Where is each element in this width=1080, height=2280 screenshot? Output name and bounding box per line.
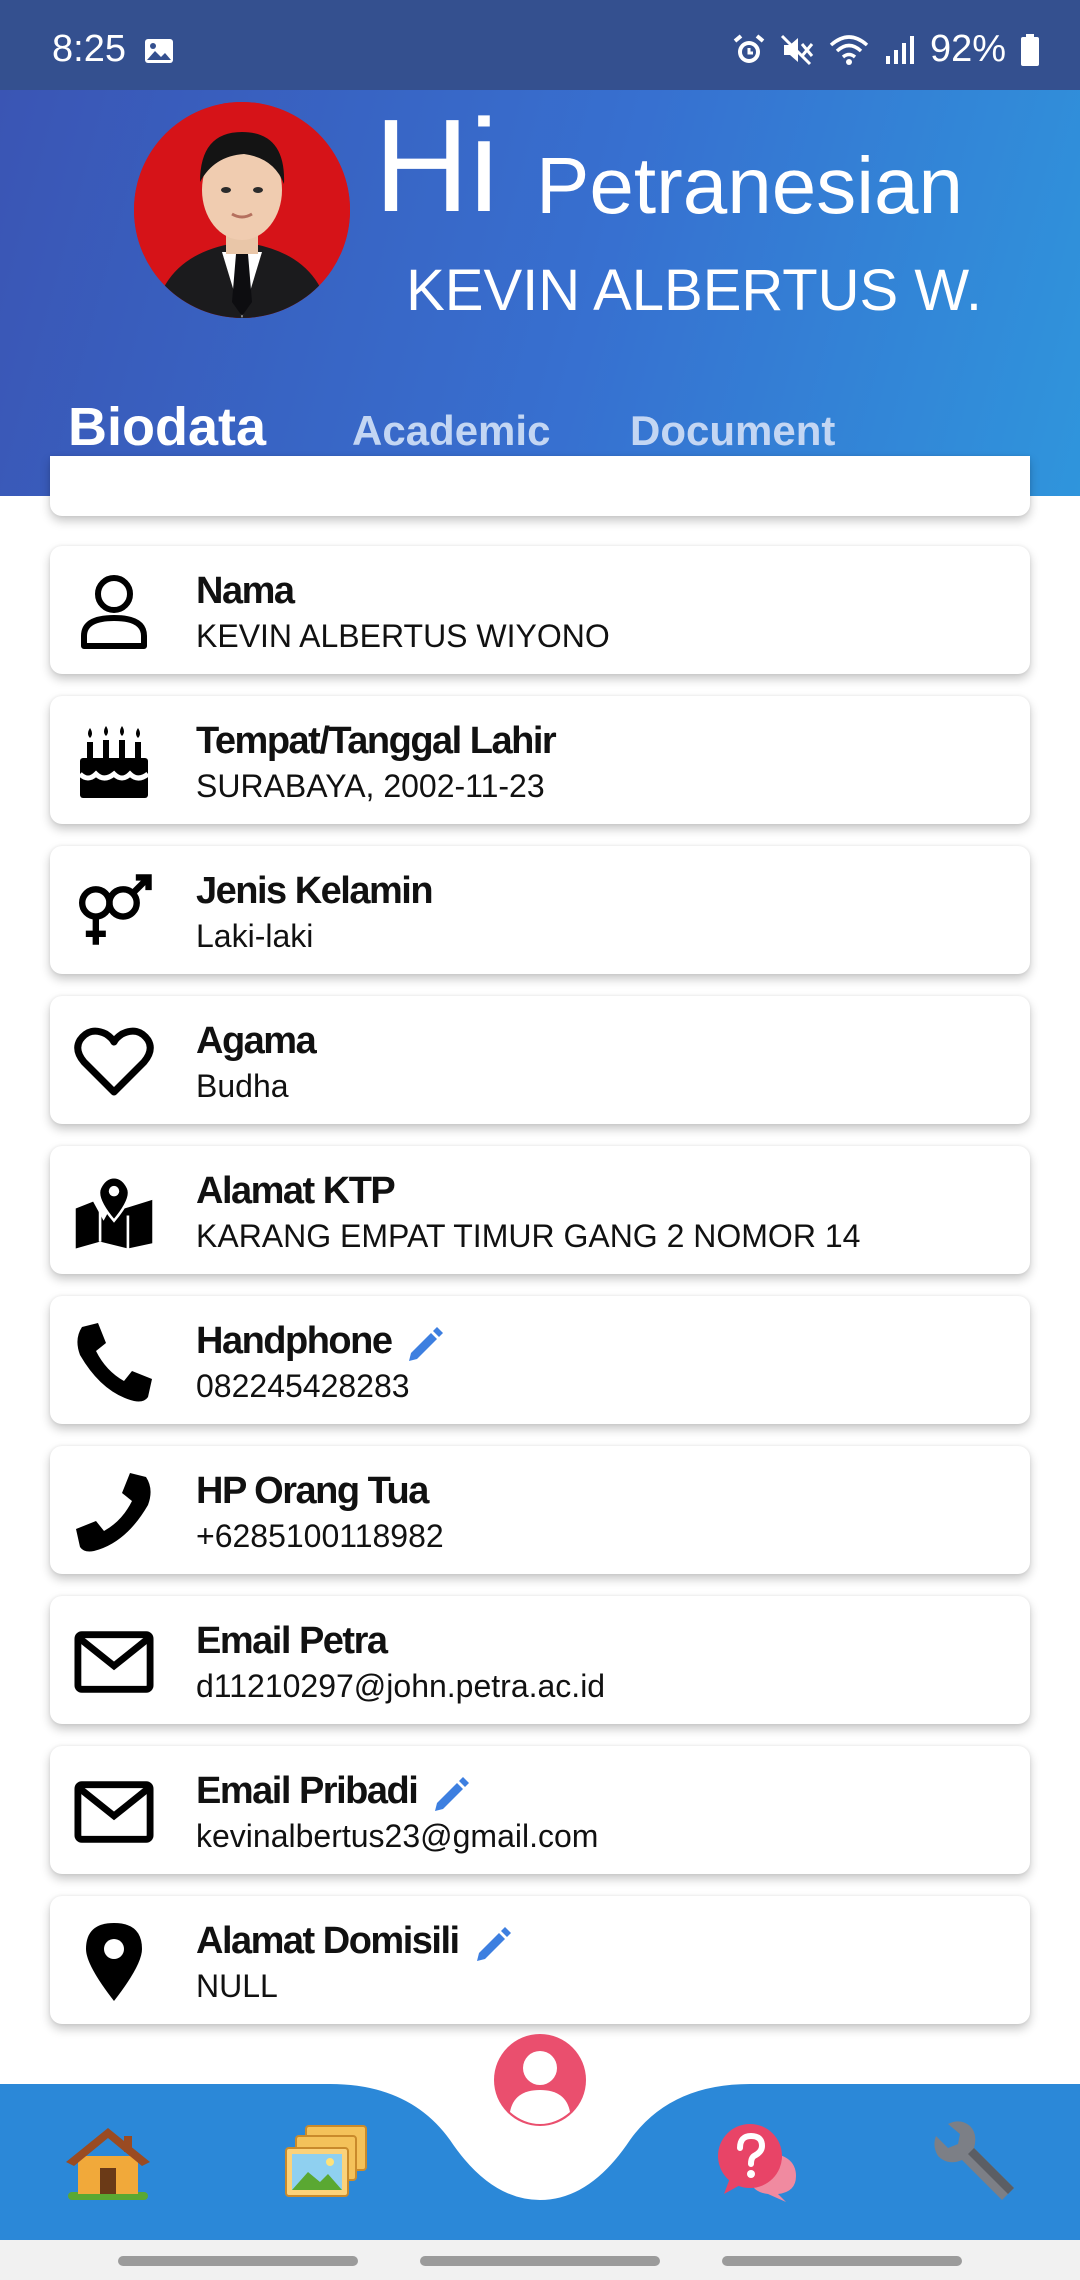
location-pin-icon bbox=[74, 1922, 154, 2002]
battery-text: 92% bbox=[929, 28, 1006, 70]
greeting-hi: Hi bbox=[374, 92, 499, 239]
list-item-jenis-kelamin: Jenis Kelamin Laki-laki bbox=[50, 846, 1030, 974]
map-icon bbox=[74, 1172, 154, 1252]
tab-biodata[interactable]: Biodata bbox=[68, 400, 266, 454]
list-item-partial bbox=[50, 456, 1030, 516]
item-title: Email Petra bbox=[196, 1620, 388, 1662]
list-item-agama: Agama Budha bbox=[50, 996, 1030, 1124]
home-handle[interactable] bbox=[420, 2256, 660, 2266]
profile-header: Hi Petranesian KEVIN ALBERTUS W. Biodata… bbox=[0, 90, 1080, 496]
list-item-hp-orang-tua: HP Orang Tua +6285100118982 bbox=[50, 1446, 1030, 1574]
phone-icon bbox=[74, 1472, 154, 1552]
list-item-tempat-tanggal-lahir: Tempat/Tanggal Lahir SURABAYA, 2002-11-2… bbox=[50, 696, 1030, 824]
wifi-icon bbox=[829, 34, 869, 65]
list-item-handphone: Handphone 082245428283 bbox=[50, 1296, 1030, 1424]
list-item-alamat-domisili: Alamat Domisili NULL bbox=[50, 1896, 1030, 2024]
item-title: Email Pribadi bbox=[196, 1770, 471, 1813]
nav-settings[interactable] bbox=[926, 2114, 1022, 2210]
item-value: KARANG EMPAT TIMUR GANG 2 NOMOR 14 bbox=[196, 1218, 861, 1254]
nav-home[interactable] bbox=[60, 2114, 156, 2210]
greeting-subtitle: Petranesian bbox=[536, 141, 963, 230]
profile-icon bbox=[494, 2034, 586, 2126]
bottom-navigation bbox=[0, 2030, 1080, 2240]
item-title-text: Handphone bbox=[196, 1320, 393, 1362]
item-title-text: Email Pribadi bbox=[196, 1770, 419, 1812]
gallery-icon bbox=[285, 2125, 367, 2197]
list-item-email-petra: Email Petra d11210297@john.petra.ac.id bbox=[50, 1596, 1030, 1724]
birthday-cake-icon bbox=[74, 722, 154, 802]
phone-icon bbox=[74, 1322, 154, 1402]
list-item-email-pribadi: Email Pribadi kevinalbertus23@gmail.com bbox=[50, 1746, 1030, 1874]
image-icon bbox=[145, 39, 173, 63]
envelope-icon bbox=[74, 1772, 154, 1852]
item-title: Agama bbox=[196, 1020, 317, 1062]
list-item-nama: Nama KEVIN ALBERTUS WIYONO bbox=[50, 546, 1030, 674]
heart-icon bbox=[74, 1022, 154, 1102]
item-value: Budha bbox=[196, 1068, 289, 1104]
mute-icon bbox=[780, 34, 814, 65]
item-title: Handphone bbox=[196, 1320, 445, 1363]
system-navigation-bar bbox=[0, 2240, 1080, 2280]
item-value: Laki-laki bbox=[196, 918, 314, 954]
edit-pencil-icon[interactable] bbox=[473, 1923, 513, 1963]
home-icon bbox=[66, 2128, 150, 2200]
item-value: 082245428283 bbox=[196, 1368, 410, 1404]
battery-icon bbox=[1021, 33, 1039, 66]
item-title: Alamat Domisili bbox=[196, 1920, 513, 1963]
edit-pencil-icon[interactable] bbox=[405, 1323, 445, 1363]
edit-pencil-icon[interactable] bbox=[431, 1773, 471, 1813]
user-name: KEVIN ALBERTUS W. bbox=[406, 258, 982, 323]
status-bar: 8:25 92% bbox=[0, 0, 1080, 90]
item-value: SURABAYA, 2002-11-23 bbox=[196, 768, 545, 804]
item-value: kevinalbertus23@gmail.com bbox=[196, 1818, 599, 1854]
item-value: +6285100118982 bbox=[196, 1518, 444, 1554]
nav-gallery[interactable] bbox=[278, 2114, 374, 2210]
envelope-icon bbox=[74, 1622, 154, 1702]
item-value: NULL bbox=[196, 1968, 278, 2004]
back-handle[interactable] bbox=[722, 2256, 962, 2266]
gender-icon bbox=[74, 872, 154, 952]
status-icons: 92% bbox=[732, 28, 1040, 71]
recent-apps-handle[interactable] bbox=[118, 2256, 358, 2266]
avatar[interactable] bbox=[134, 102, 350, 318]
profile-photo bbox=[134, 102, 350, 318]
tab-document[interactable]: Document bbox=[630, 410, 835, 452]
item-value: d11210297@john.petra.ac.id bbox=[196, 1668, 606, 1704]
tab-academic[interactable]: Academic bbox=[352, 410, 550, 452]
alarm-icon bbox=[733, 33, 765, 63]
item-title: HP Orang Tua bbox=[196, 1470, 429, 1512]
status-time: 8:25 bbox=[52, 28, 126, 70]
item-title: Nama bbox=[196, 570, 295, 612]
list-item-alamat-ktp: Alamat KTP KARANG EMPAT TIMUR GANG 2 NOM… bbox=[50, 1146, 1030, 1274]
item-title-text: Alamat Domisili bbox=[196, 1920, 460, 1962]
person-icon bbox=[74, 572, 154, 652]
item-title: Alamat KTP bbox=[196, 1170, 396, 1212]
help-icon bbox=[718, 2124, 796, 2202]
signal-icon bbox=[885, 35, 914, 64]
nav-help[interactable] bbox=[708, 2114, 804, 2210]
item-title: Tempat/Tanggal Lahir bbox=[196, 720, 557, 762]
nav-profile[interactable] bbox=[490, 2030, 590, 2130]
wrench-icon bbox=[934, 2121, 1014, 2200]
item-title: Jenis Kelamin bbox=[196, 870, 434, 912]
item-value: KEVIN ALBERTUS WIYONO bbox=[196, 618, 610, 654]
